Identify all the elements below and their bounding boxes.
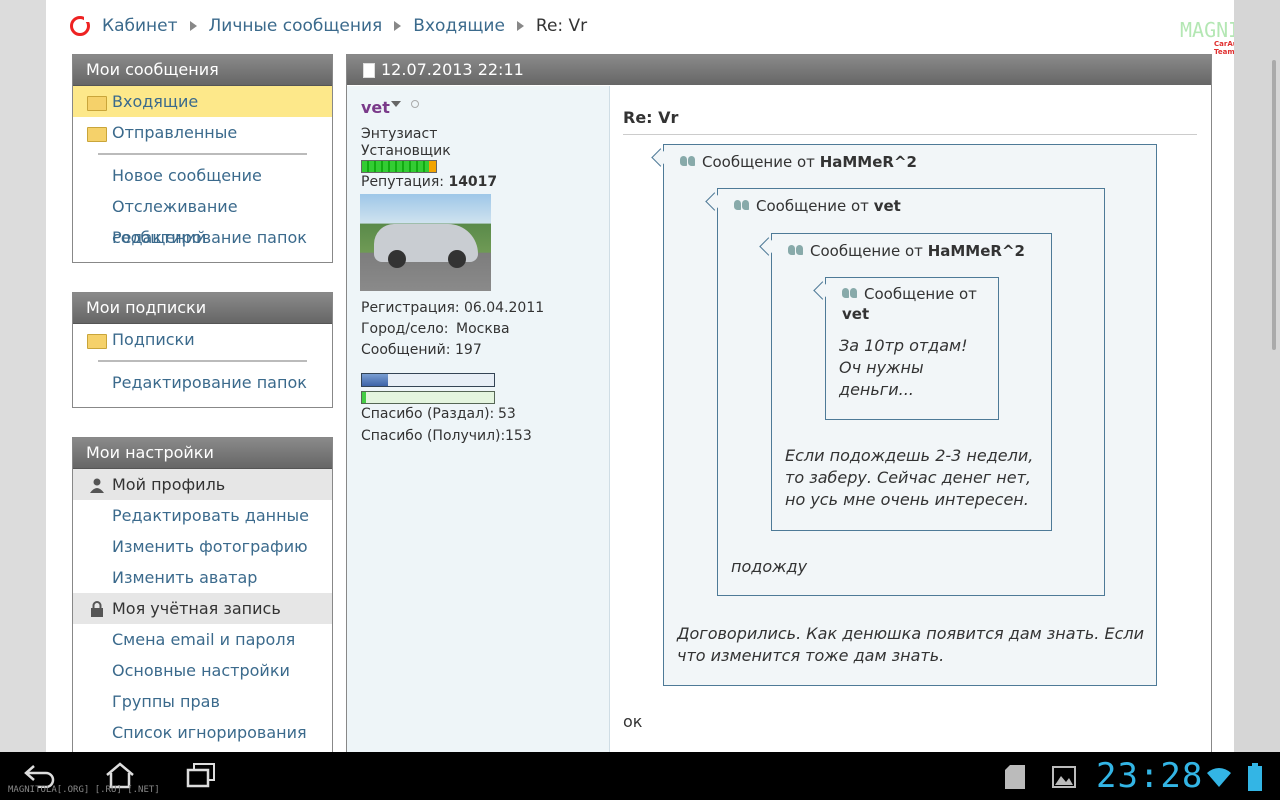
system-navigation-bar: MAGNITOLA[.ORG] [.RU] [.NET] 23:28 xyxy=(0,752,1280,800)
my-settings-panel: Мои настройки Мой профиль Редактировать … xyxy=(72,437,333,752)
link-change-email-password[interactable]: Смена email и пароля xyxy=(73,624,332,655)
breadcrumb-link-inbox[interactable]: Входящие xyxy=(413,16,505,36)
username-link[interactable]: vet xyxy=(361,98,390,117)
my-subscriptions-panel: Мои подписки Подписки Редактирование пап… xyxy=(72,292,333,408)
quote-text: подожду xyxy=(731,557,808,576)
user-rank-secondary: Установщик xyxy=(361,143,451,159)
reputation-bar xyxy=(361,160,437,173)
quote-text: За 10тр отдам! Оч нужны деньги... xyxy=(839,336,968,399)
recent-apps-icon[interactable] xyxy=(185,762,217,788)
divider xyxy=(73,148,332,160)
my-messages-header: Мои сообщения xyxy=(73,55,332,86)
quote-header: Сообщение от HaMMeR^2 xyxy=(788,242,1025,260)
wifi-icon xyxy=(1207,768,1231,787)
quote-header: Сообщение от vet xyxy=(734,197,901,215)
thanks-received-info: Спасибо (Получил): 153 xyxy=(361,428,532,444)
breadcrumb-separator-icon xyxy=(394,21,402,31)
folder-inbox[interactable]: Входящие xyxy=(73,86,332,117)
document-icon xyxy=(363,63,375,78)
breadcrumb: Кабинет Личные сообщения Входящие Re: Vr xyxy=(70,14,587,38)
section-my-profile: Мой профиль xyxy=(73,469,332,500)
quote-block: Сообщение от vet За 10тр отдам! Оч нужны… xyxy=(825,277,999,420)
divider xyxy=(623,134,1197,135)
quote-text: Договорились. Как денюшка появится дам з… xyxy=(677,624,1145,665)
post-header: 12.07.2013 22:11 xyxy=(347,55,1211,85)
quote-icon xyxy=(788,245,804,256)
divider xyxy=(73,355,332,367)
folder-icon xyxy=(87,96,107,111)
post-date: 12.07.2013 22:11 xyxy=(381,60,524,79)
web-page: Кабинет Личные сообщения Входящие Re: Vr… xyxy=(46,0,1234,752)
link-ignore-list[interactable]: Список игнорирования xyxy=(73,717,332,748)
home-logo-icon[interactable] xyxy=(70,15,91,36)
folder-icon xyxy=(87,127,107,142)
activity-bar xyxy=(361,373,495,387)
breadcrumb-link-cabinet[interactable]: Кабинет xyxy=(102,16,178,36)
system-clock: 23:28 xyxy=(1096,756,1204,796)
my-subscriptions-header: Мои подписки xyxy=(73,293,332,324)
link-track-messages[interactable]: Отслеживание сообщений xyxy=(73,191,332,247)
message-post: 12.07.2013 22:11 vet Энтузиаст Установщи… xyxy=(346,54,1212,752)
user-icon xyxy=(90,478,104,493)
link-edit-subscription-folders[interactable]: Редактирование папок xyxy=(73,367,332,398)
link-new-message[interactable]: Новое сообщение xyxy=(73,160,332,191)
section-my-account: Моя учётная запись xyxy=(73,593,332,624)
breadcrumb-current: Re: Vr xyxy=(535,16,588,36)
breadcrumb-link-messages[interactable]: Личные сообщения xyxy=(209,16,383,36)
folder-icon xyxy=(87,334,107,349)
site-logo-subtitle: CarAudio Team xyxy=(1214,40,1234,56)
lock-icon xyxy=(91,601,103,617)
offline-status-icon xyxy=(411,100,419,108)
quote-icon xyxy=(734,200,750,211)
link-edit-data[interactable]: Редактировать данные xyxy=(73,500,332,531)
my-settings-header: Мои настройки xyxy=(73,438,332,469)
link-permission-groups[interactable]: Группы прав xyxy=(73,686,332,717)
user-rank: Энтузиаст xyxy=(361,126,438,142)
gallery-icon xyxy=(1052,766,1076,788)
city-info: Город/село: Москва xyxy=(361,321,510,337)
link-change-photo[interactable]: Изменить фотографию xyxy=(73,531,332,562)
quote-header: Сообщение от vet xyxy=(842,285,977,323)
user-photo[interactable] xyxy=(360,194,491,291)
scrollbar[interactable] xyxy=(1272,60,1276,350)
thanks-bar xyxy=(361,391,495,404)
registration-info: Регистрация: 06.04.2011 xyxy=(361,300,545,316)
posts-count-info: Сообщений: 197 xyxy=(361,342,482,358)
sd-card-icon xyxy=(1005,765,1025,789)
user-menu-caret-icon[interactable] xyxy=(391,101,401,107)
watermark: MAGNITOLA[.ORG] [.RU] [.NET] xyxy=(8,785,160,795)
quote-header: Сообщение от HaMMeR^2 xyxy=(680,153,917,171)
quote-block: Сообщение от HaMMeR^2 Сообщение от vet З… xyxy=(771,233,1052,531)
folder-subscriptions[interactable]: Подписки xyxy=(73,324,332,355)
breadcrumb-separator-icon xyxy=(516,21,524,31)
reputation: Репутация: 14017 xyxy=(361,174,498,190)
battery-icon xyxy=(1248,763,1262,791)
user-info-panel: vet Энтузиаст Установщик Репутация: 1401… xyxy=(347,86,610,752)
site-logo: MAGNITOLA xyxy=(1180,18,1234,42)
my-messages-panel: Мои сообщения Входящие Отправленные Ново… xyxy=(72,54,333,263)
post-title: Re: Vr xyxy=(623,108,679,127)
link-basic-settings[interactable]: Основные настройки xyxy=(73,655,332,686)
folder-sent[interactable]: Отправленные xyxy=(73,117,332,148)
thanks-given-info: Спасибо (Раздал): 53 xyxy=(361,406,516,422)
quote-text: Если подождешь 2-3 недели, то заберу. Се… xyxy=(785,446,1034,509)
link-edit-folders[interactable]: Редактирование папок xyxy=(73,222,332,253)
quote-block: Сообщение от HaMMeR^2 Сообщение от vet С… xyxy=(663,144,1157,686)
breadcrumb-separator-icon xyxy=(189,21,197,31)
quote-icon xyxy=(680,156,696,167)
reply-text: ок xyxy=(623,712,643,731)
quote-icon xyxy=(842,288,858,299)
quote-block: Сообщение от vet Сообщение от HaMMeR^2 С… xyxy=(717,188,1105,596)
link-change-avatar[interactable]: Изменить аватар xyxy=(73,562,332,593)
